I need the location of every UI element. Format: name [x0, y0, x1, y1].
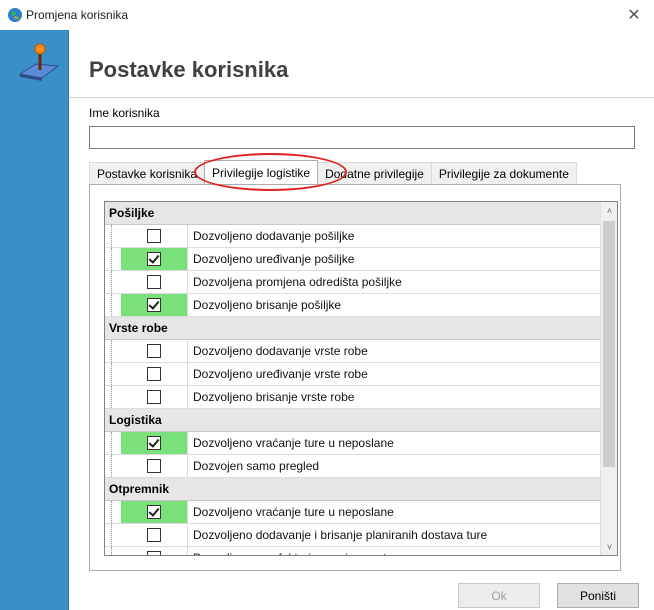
checkbox-cell[interactable] [121, 248, 188, 270]
privilege-checkbox[interactable] [147, 252, 161, 266]
privilege-checkbox[interactable] [147, 275, 161, 289]
privilege-checkbox[interactable] [147, 390, 161, 404]
privilege-label: Dozvoljeno uređivanje vrste robe [193, 367, 368, 381]
dialog-header: Postavke korisnika [0, 30, 654, 100]
privilege-row: Dozvoljeno uređivanje pošiljke [105, 248, 602, 271]
scroll-up-icon[interactable]: ˄ [601, 202, 617, 219]
privilege-row: Dozvoljeno brisanje pošiljke [105, 294, 602, 317]
tree-line [111, 386, 121, 408]
tab-privilegije-za-dokumente[interactable]: Privilegije za dokumente [430, 162, 577, 184]
globe-app-icon [8, 8, 22, 22]
checkbox-cell[interactable] [121, 455, 188, 477]
privilege-row: Dozvoljena promjena odredišta pošiljke [105, 271, 602, 294]
privilege-row: Dozvoljeno vraćanje ture u neposlane [105, 432, 602, 455]
privilege-label: Dozvoljeno brisanje vrste robe [193, 390, 355, 404]
privileges-grid: Pošiljke Dozvoljeno dodavanje pošiljke Doz… [104, 201, 618, 556]
privilege-label: Dozvoljeno brisanje pošiljke [193, 298, 342, 312]
privilege-label: Dozvoljeno vraćanje ture u neposlane [193, 436, 394, 450]
user-name-input[interactable] [89, 126, 635, 149]
privilege-row: Dozvojen samo pregled [105, 455, 602, 478]
privilege-checkbox[interactable] [147, 505, 161, 519]
user-settings-icon [18, 43, 60, 81]
privilege-label: Dozvoljeno dodavanje pošiljke [193, 229, 355, 243]
group-header: Pošiljke [105, 202, 602, 225]
privilege-label: Dozvoljeno dodavanje i brisanje planiran… [193, 528, 488, 542]
privilege-checkbox[interactable] [147, 298, 161, 312]
vertical-scrollbar[interactable]: ˄ ˅ [600, 202, 617, 555]
tree-line [111, 455, 121, 477]
tab-panel: Pošiljke Dozvoljeno dodavanje pošiljke Doz… [89, 184, 621, 571]
privilege-checkbox[interactable] [147, 344, 161, 358]
title-bar: Promjena korisnika ✕ [0, 0, 654, 30]
scroll-down-icon[interactable]: ˅ [601, 538, 617, 555]
checkbox-cell[interactable] [121, 524, 188, 546]
privilege-row: Dozvoljeno dodavanje vrste robe [105, 340, 602, 363]
tree-line [111, 248, 121, 270]
tree-line [111, 547, 121, 555]
privilege-row: Dozvoljeno brisanje vrste robe [105, 386, 602, 409]
checkbox-cell[interactable] [121, 225, 188, 247]
privilege-label: Dozvoljena promjena odredišta pošiljke [193, 275, 402, 289]
scroll-thumb[interactable] [603, 221, 615, 467]
checkbox-cell[interactable] [121, 363, 188, 385]
left-sidebar-strip [0, 30, 69, 610]
tree-line [111, 225, 121, 247]
tree-line [111, 432, 121, 454]
cancel-button[interactable]: Poništi [557, 583, 639, 608]
privilege-row: Dozvoljeno dodavanje pošiljke [105, 225, 602, 248]
user-name-label: Ime korisnika [89, 106, 160, 120]
tab-postavke-korisnika[interactable]: Postavke korisnika [89, 162, 206, 184]
header-divider [69, 97, 654, 98]
tab-dodatne-privilegije[interactable]: Dodatne privilegije [317, 162, 432, 184]
close-icon: ✕ [627, 7, 641, 24]
privilege-label: Dozvoljeno uređivanje pošiljke [193, 252, 355, 266]
privilege-row: Dozvoljen unos fakturiranog iznosa ture [105, 547, 602, 555]
privilege-label: Dozvojen samo pregled [193, 459, 320, 473]
tree-line [111, 363, 121, 385]
tree-line [111, 294, 121, 316]
privilege-checkbox[interactable] [147, 367, 161, 381]
checkbox-cell[interactable] [121, 294, 188, 316]
privilege-label: Dozvoljeno dodavanje vrste robe [193, 344, 368, 358]
tree-line [111, 501, 121, 523]
privilege-label: Dozvoljen unos fakturiranog iznosa ture [188, 547, 602, 555]
privilege-row: Dozvoljeno dodavanje i brisanje planiran… [105, 524, 602, 547]
tab-strip: Postavke korisnika Privilegije logistike… [89, 160, 577, 184]
checkbox-cell[interactable] [121, 547, 188, 555]
checkbox-cell[interactable] [121, 501, 188, 523]
group-header: Logistika [105, 409, 602, 432]
privilege-checkbox[interactable] [147, 436, 161, 450]
checkbox-cell[interactable] [121, 271, 188, 293]
privilege-row: Dozvoljeno vraćanje ture u neposlane [105, 501, 602, 524]
checkbox-cell[interactable] [121, 386, 188, 408]
group-header: Vrste robe [105, 317, 602, 340]
tree-line [111, 271, 121, 293]
privilege-checkbox[interactable] [147, 229, 161, 243]
window-title: Promjena korisnika [26, 8, 129, 22]
tree-line [111, 524, 121, 546]
privilege-checkbox[interactable] [147, 528, 161, 542]
checkbox-cell[interactable] [121, 340, 188, 362]
privileges-grid-body: Pošiljke Dozvoljeno dodavanje pošiljke Doz… [105, 202, 602, 555]
close-button[interactable]: ✕ [614, 0, 654, 30]
page-title: Postavke korisnika [89, 57, 289, 82]
tab-privilegije-logistike[interactable]: Privilegije logistike [204, 160, 319, 184]
privilege-checkbox[interactable] [147, 551, 161, 555]
privilege-row: Dozvoljeno uređivanje vrste robe [105, 363, 602, 386]
group-header: Otpremnik [105, 478, 602, 501]
tree-line [111, 340, 121, 362]
checkbox-cell[interactable] [121, 432, 188, 454]
privilege-checkbox[interactable] [147, 459, 161, 473]
privilege-label: Dozvoljeno vraćanje ture u neposlane [193, 505, 394, 519]
ok-button[interactable]: Ok [458, 583, 540, 608]
